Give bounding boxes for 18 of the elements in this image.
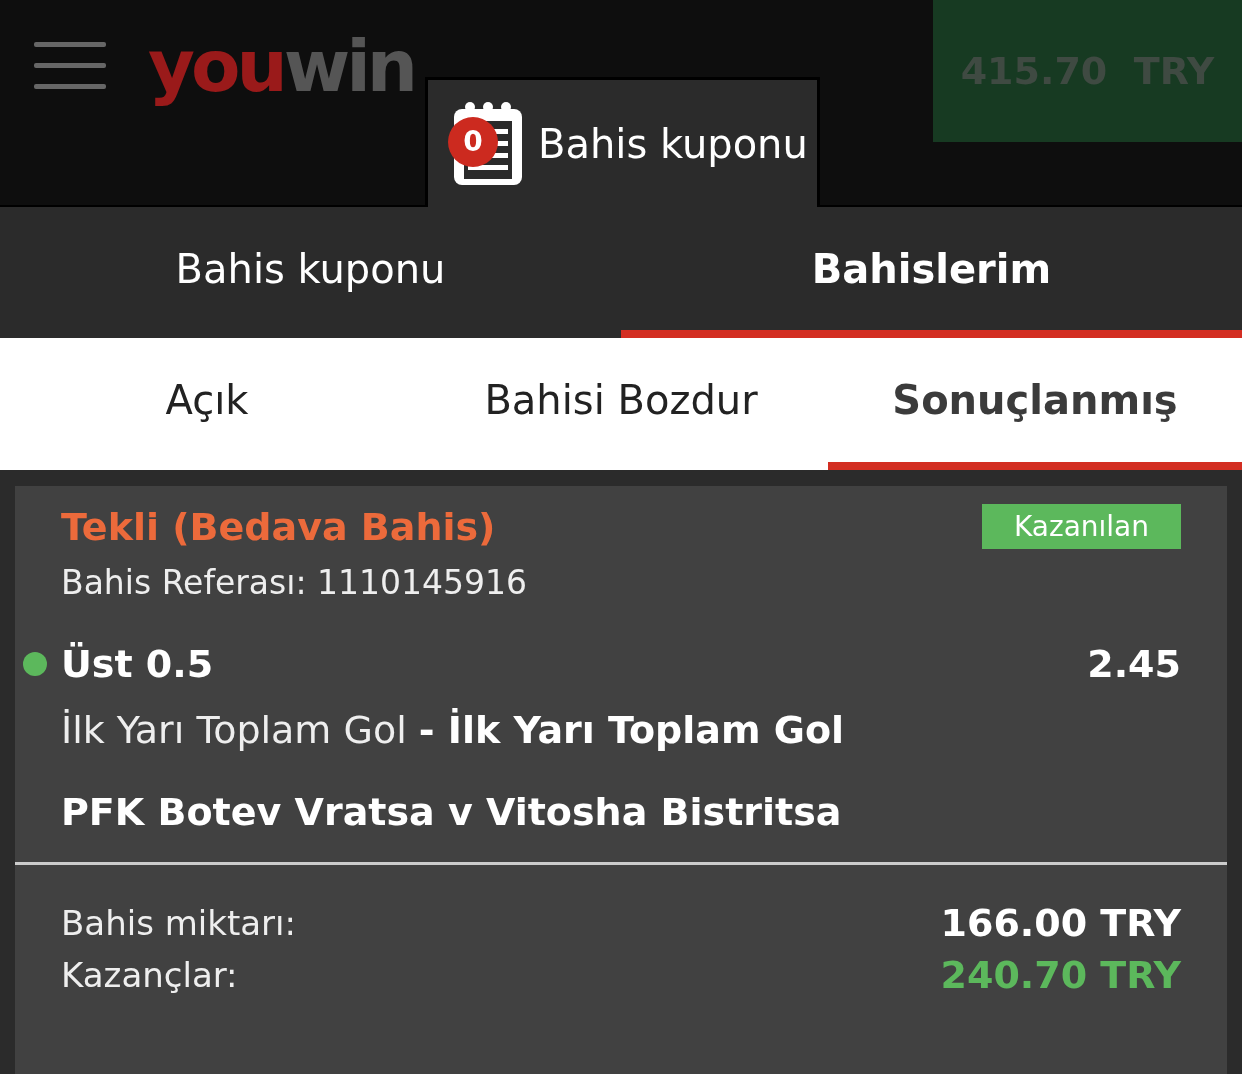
- tab[interactable]: Sonuçlanmış: [828, 338, 1242, 470]
- status-badge: Kazanılan: [981, 504, 1181, 549]
- winnings-label: Kazançlar:: [61, 955, 238, 995]
- bet-title: Tekli (Bedava Bahis): [61, 504, 496, 549]
- stake-amount: 166.00 TRY: [940, 901, 1181, 945]
- tab[interactable]: Açık: [0, 338, 414, 470]
- bet-reference: Bahis Referası: 1110145916: [61, 563, 528, 602]
- stake-label: Bahis miktarı:: [61, 903, 296, 943]
- tab-label: Bahis kuponu: [538, 120, 808, 167]
- selection-name: Üst 0.5: [61, 642, 214, 686]
- tab[interactable]: Bahisi Bozdur: [414, 338, 828, 470]
- winnings-amount: 240.70 TRY: [940, 953, 1181, 997]
- bet-slip-tab[interactable]: 0 Bahis kuponu: [425, 77, 820, 207]
- event-name: PFK Botev Vratsa v Vitosha Bistritsa: [61, 790, 843, 834]
- odds: 2.45: [1087, 642, 1181, 686]
- tab[interactable]: Bahis kuponu: [0, 207, 621, 338]
- menu-icon[interactable]: [34, 42, 106, 90]
- market-name: İlk Yarı Toplam Gol - İlk Yarı Toplam Gol: [61, 708, 846, 752]
